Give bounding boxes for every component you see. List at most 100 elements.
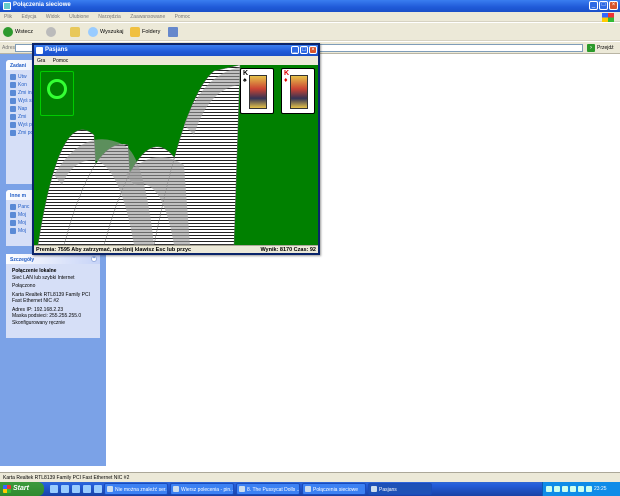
windows-flag-icon <box>3 485 11 493</box>
task-item-label: Nap <box>18 106 28 112</box>
menu-view[interactable]: Widok <box>42 12 64 22</box>
menu-advanced[interactable]: Zaawansowane <box>126 12 169 22</box>
quick-launch <box>50 485 102 493</box>
task-icon <box>10 106 16 112</box>
close-button[interactable]: × <box>609 1 618 10</box>
browser-icon[interactable] <box>61 485 69 493</box>
task-item-label: Kon <box>18 82 27 88</box>
place-item-label: Moj <box>18 212 27 218</box>
diamond-icon: ♦ <box>284 77 288 84</box>
place-item-label: Panc <box>18 204 30 210</box>
taskbar: Start Nie można znaleźć ser... Wiersz po… <box>0 482 620 496</box>
antivirus-tray-icon[interactable] <box>562 486 568 492</box>
task-icon <box>10 74 16 80</box>
taskbar-task[interactable]: Wiersz polecenia - pin... <box>170 483 234 495</box>
back-button[interactable]: Wstecz <box>3 26 33 38</box>
folders-icon <box>130 27 140 37</box>
menu-edit[interactable]: Edycja <box>17 12 40 22</box>
menu-favorites[interactable]: Ulubione <box>65 12 93 22</box>
messenger-icon[interactable] <box>83 485 91 493</box>
explorer-status-bar: Karta Realtek RTL8139 Family PCI Fast Et… <box>0 472 620 482</box>
task-icon <box>10 90 16 96</box>
taskbar-task[interactable]: 8. The Pussycat Dolls ... <box>236 483 300 495</box>
menu-tools[interactable]: Narzędzia <box>94 12 125 22</box>
king-face-image <box>290 75 308 109</box>
start-button[interactable]: Start <box>0 482 44 496</box>
task-icon <box>10 114 16 120</box>
maximize-button[interactable]: □ <box>599 1 608 10</box>
taskbar-task[interactable]: Nie można znaleźć ser... <box>104 483 168 495</box>
spade-icon: ♠ <box>243 77 247 84</box>
solitaire-title: Pasjans <box>45 47 68 53</box>
chevron-up-icon[interactable]: ⌃ <box>91 256 97 262</box>
minimize-button[interactable]: _ <box>589 1 598 10</box>
folder-up-icon <box>70 27 80 37</box>
king-face-image <box>249 75 267 109</box>
windows-logo-icon <box>602 13 614 22</box>
solitaire-window: Pasjans _ □ × Gra Pomoc K ♠ K ♦ Premia: … <box>32 43 320 255</box>
foundation-card[interactable]: K ♦ <box>281 68 315 114</box>
config-mode: Skonfigurowany ręcznie <box>12 319 66 326</box>
details-title: Szczegóły <box>10 257 35 263</box>
explorer-toolbar: Wstecz Wyszukaj Foldery <box>0 23 620 41</box>
back-arrow-icon <box>3 27 13 37</box>
folder-icon <box>10 212 16 218</box>
foundation-card[interactable]: K ♠ <box>240 68 274 114</box>
game-table[interactable]: K ♠ K ♦ <box>34 65 318 245</box>
status-text: Karta Realtek RTL8139 Family PCI Fast Et… <box>3 475 130 481</box>
menu-help[interactable]: Pomoc <box>171 12 195 22</box>
views-icon <box>168 27 178 37</box>
place-item-label: Moj <box>18 220 27 226</box>
go-label: Przejdź <box>597 45 614 51</box>
control-panel-icon <box>10 204 16 210</box>
network-tray-icon[interactable] <box>546 486 552 492</box>
app-shortcut-icon[interactable] <box>94 485 102 493</box>
details-header[interactable]: Szczegóły ⌃ <box>6 254 100 264</box>
menu-file[interactable]: Plik <box>0 12 16 22</box>
up-folder-button[interactable] <box>70 26 80 38</box>
network-folder-icon <box>3 2 11 10</box>
details-panel: Szczegóły ⌃ Połączenie lokalne Sieć LAN … <box>6 254 100 338</box>
task-icon <box>10 82 16 88</box>
address-label: Adres <box>2 45 16 51</box>
taskbar-task[interactable]: Połączenia sieciowe <box>302 483 366 495</box>
search-button[interactable]: Wyszukaj <box>88 26 123 38</box>
task-item-label: Zmi <box>18 114 27 120</box>
folders-button[interactable]: Foldery <box>130 26 160 38</box>
volume-tray-icon[interactable] <box>554 486 560 492</box>
computer-icon <box>10 228 16 234</box>
score-time: Wynik: 8170 Czas: 92 <box>260 247 316 253</box>
explorer-title: Połączenia sieciowe <box>13 2 71 8</box>
minimize-button[interactable]: _ <box>291 46 299 54</box>
folders-label: Foldery <box>142 29 161 35</box>
views-button[interactable] <box>168 26 178 38</box>
maximize-button[interactable]: □ <box>300 46 308 54</box>
bonus-message: Premia: 7595 Aby zatrzymać, naciśnij kla… <box>36 247 192 253</box>
card-rank: K <box>284 70 290 77</box>
forward-button[interactable] <box>46 26 56 38</box>
media-player-icon[interactable] <box>72 485 80 493</box>
search-label: Wyszukaj <box>100 29 124 35</box>
card-rank: K <box>243 70 249 77</box>
network-tray-icon[interactable] <box>570 486 576 492</box>
forward-arrow-icon <box>46 27 56 37</box>
clock[interactable]: 23:25 <box>594 486 607 492</box>
go-button[interactable]: › Przejdź <box>587 44 614 52</box>
solitaire-title-bar[interactable]: Pasjans _ □ × <box>34 45 318 56</box>
show-desktop-icon[interactable] <box>50 485 58 493</box>
solitaire-app-icon <box>36 47 43 54</box>
back-label: Wstecz <box>15 29 34 35</box>
network-tray-icon[interactable] <box>578 486 584 492</box>
task-icon <box>10 122 16 128</box>
taskbar-task-active[interactable]: Pasjans <box>368 483 432 495</box>
solitaire-status-bar: Premia: 7595 Aby zatrzymać, naciśnij kla… <box>34 245 318 253</box>
adapter-name: Karta Realtek RTL8139 Family PCI Fast Et… <box>12 291 90 305</box>
close-button[interactable]: × <box>309 46 317 54</box>
connection-state: Połączono <box>12 283 36 289</box>
connection-type: Sieć LAN lub szybki Internet <box>12 274 75 281</box>
messenger-tray-icon[interactable] <box>586 486 592 492</box>
folder-icon <box>10 220 16 226</box>
explorer-title-bar[interactable]: Połączenia sieciowe _ □ × <box>0 0 620 12</box>
solitaire-menu-bar: Gra Pomoc <box>34 56 318 65</box>
task-buttons: Nie można znaleźć ser... Wiersz poleceni… <box>104 483 432 495</box>
